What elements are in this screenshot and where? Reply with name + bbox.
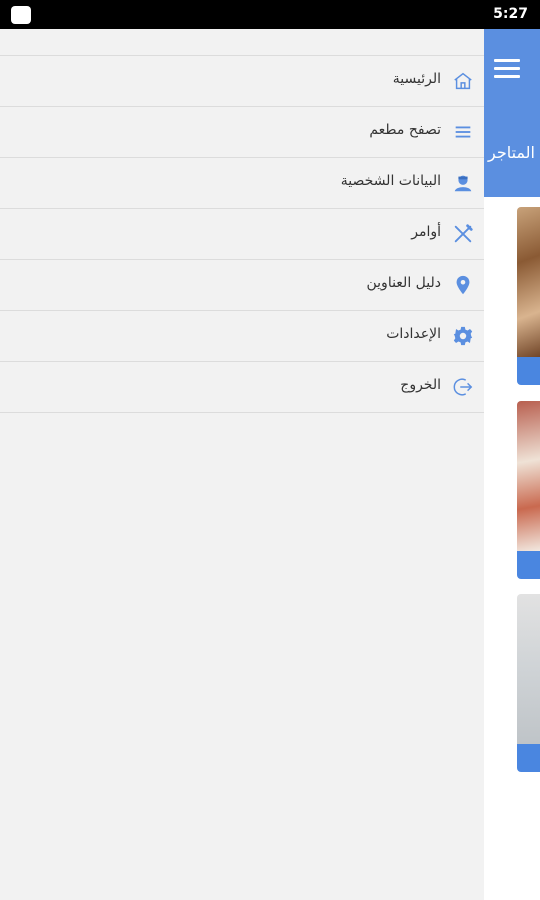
drawer-item-label: الخروج [400,377,441,393]
location-pin-icon [452,274,474,296]
person-icon [452,172,474,194]
hamburger-menu-icon[interactable] [494,59,520,83]
store-card[interactable] [517,207,540,385]
stores-screen: المتاجر [484,29,540,900]
app-title: المتاجر [488,143,535,162]
navigation-drawer: الرئيسية تصفح مطعم البيانات الشخصية أوام… [0,29,484,900]
drawer-item-label: الإعدادات [386,326,441,342]
store-card-bar [517,744,540,772]
status-bar: 5:27 [0,0,540,29]
drawer-item-label: دليل العناوين [366,275,442,291]
store-image [517,401,540,551]
drawer-header [0,29,484,56]
drawer-item-label: البيانات الشخصية [340,173,441,189]
store-card[interactable] [517,594,540,772]
app-toolbar: المتاجر [484,29,540,197]
drawer-item-label: تصفح مطعم [369,122,441,138]
drawer-item-profile[interactable]: البيانات الشخصية [0,158,484,209]
list-icon [452,121,474,143]
drawer-item-home[interactable]: الرئيسية [0,56,484,107]
gear-icon [452,325,474,347]
utensils-icon [452,223,474,245]
drawer-item-label: الرئيسية [392,71,441,87]
drawer-item-settings[interactable]: الإعدادات [0,311,484,362]
store-card-bar [517,551,540,579]
store-card-bar [517,357,540,385]
store-image [517,207,540,357]
logout-icon [452,376,474,398]
store-card[interactable] [517,401,540,579]
drawer-item-logout[interactable]: الخروج [0,362,484,413]
notification-icon [11,6,31,24]
store-image [517,594,540,744]
status-time: 5:27 [493,6,528,22]
drawer-item-label: أوامر [411,224,441,240]
home-icon [452,70,474,92]
drawer-item-orders[interactable]: أوامر [0,209,484,260]
drawer-item-browse-restaurant[interactable]: تصفح مطعم [0,107,484,158]
drawer-item-address-book[interactable]: دليل العناوين [0,260,484,311]
